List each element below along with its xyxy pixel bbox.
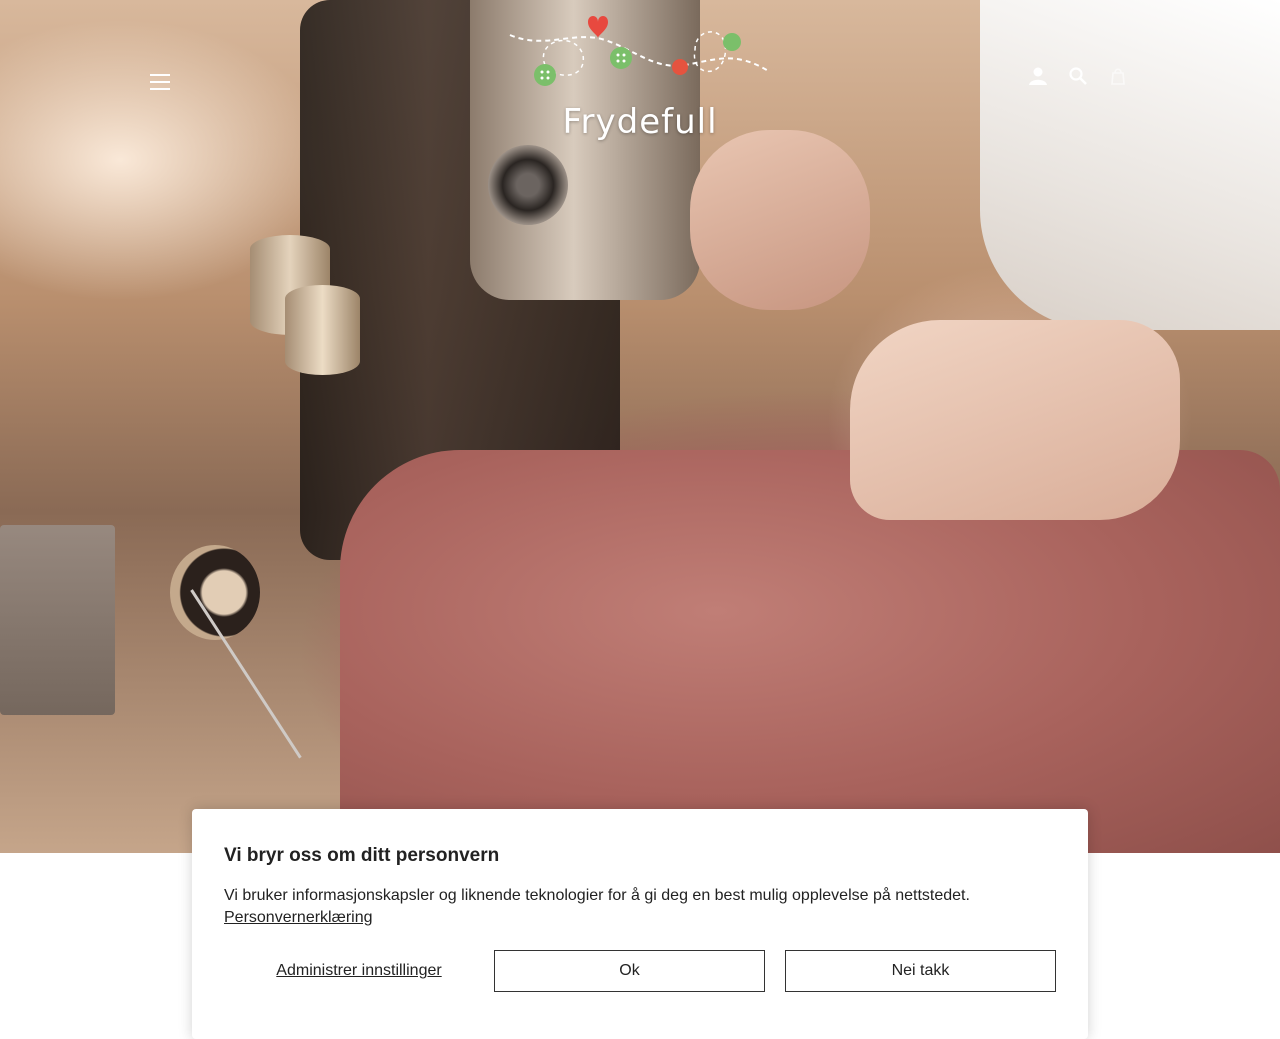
cookie-dialog-body: Vi bruker informasjonskapsler og liknend…	[224, 885, 1056, 929]
decline-button[interactable]: Nei takk	[785, 950, 1056, 992]
hero-thread-spool	[285, 285, 360, 375]
user-icon[interactable]	[1025, 63, 1051, 89]
hero-hand	[690, 130, 870, 310]
manage-settings-link[interactable]: Administrer innstillinger	[224, 950, 494, 992]
header-icons	[1025, 63, 1131, 89]
logo-graphic-icon	[509, 16, 771, 86]
hamburger-menu-icon[interactable]	[146, 68, 174, 96]
hero-fabric	[340, 450, 1280, 853]
hero-sewing-box	[0, 525, 115, 715]
privacy-policy-link[interactable]: Personvernerklæring	[224, 909, 373, 926]
cart-icon[interactable]	[1105, 63, 1131, 89]
hero-sleeve	[980, 0, 1280, 330]
hero-hand	[850, 320, 1180, 520]
cookie-dialog-text: Vi bruker informasjonskapsler og liknend…	[224, 887, 970, 904]
search-icon[interactable]	[1065, 63, 1091, 89]
cookie-consent-dialog: Vi bryr oss om ditt personvern Vi bruker…	[192, 809, 1088, 1039]
cookie-dialog-title: Vi bryr oss om ditt personvern	[224, 845, 500, 866]
ok-button[interactable]: Ok	[494, 950, 765, 992]
cookie-dialog-actions: Administrer innstillinger Ok Nei takk	[224, 950, 1056, 992]
site-logo[interactable]: Frydefull	[505, 10, 775, 142]
hero-tension-wheel	[488, 145, 568, 225]
logo-text: Frydefull	[562, 102, 718, 142]
